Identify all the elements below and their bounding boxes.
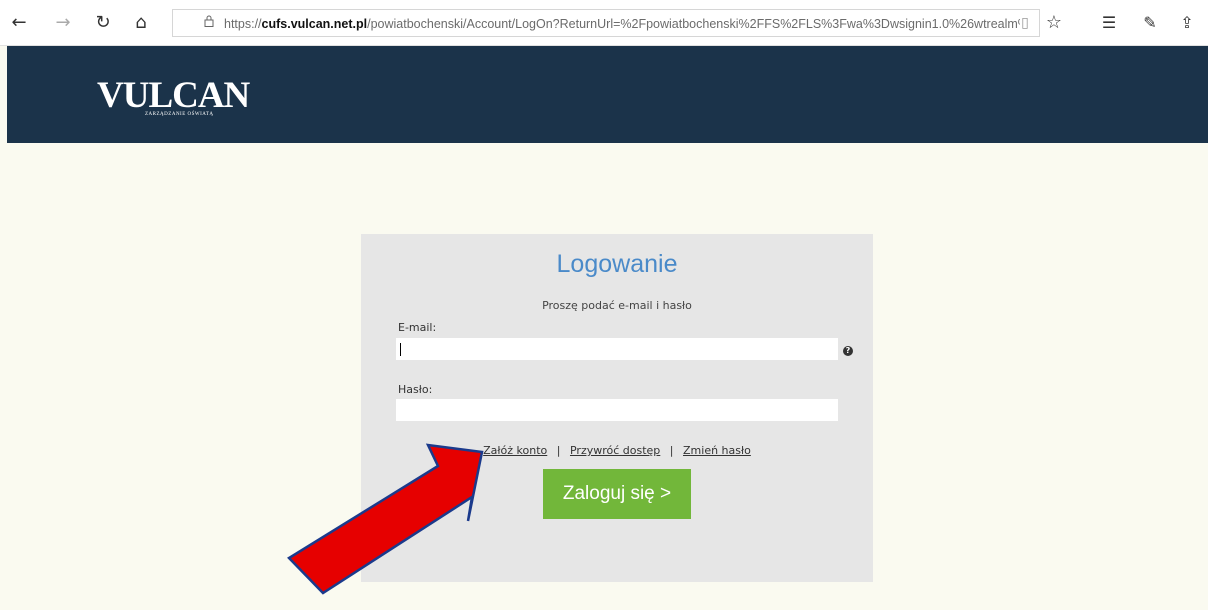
red-arrow-annotation: [287, 443, 484, 595]
